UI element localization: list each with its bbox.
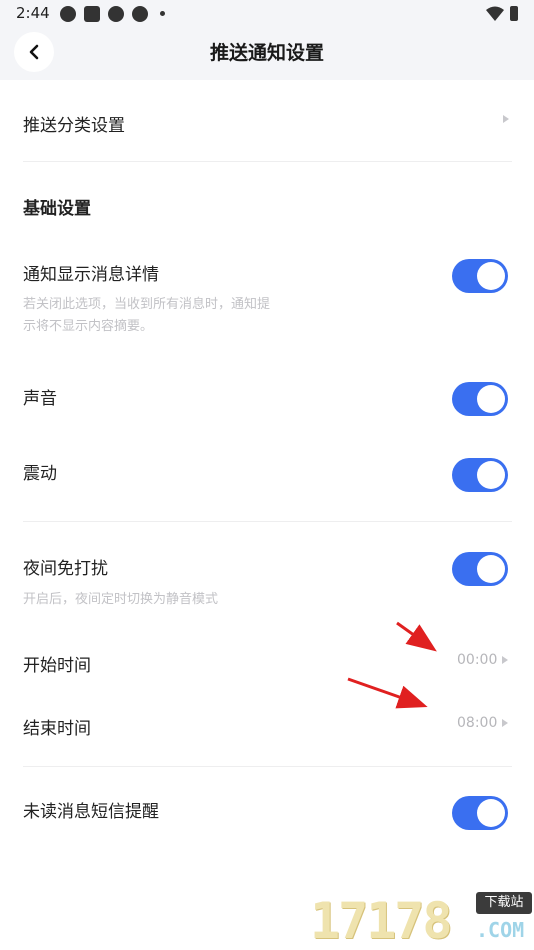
annotation-arrows bbox=[347, 621, 437, 709]
annotation-arrow bbox=[396, 621, 437, 652]
watermark-text: 17178 bbox=[310, 892, 453, 950]
watermark-logo: 17178 下载站 .COM bbox=[310, 888, 532, 950]
annotation-arrow bbox=[347, 677, 428, 709]
watermark-suffix: .COM bbox=[476, 918, 525, 942]
watermark-badge: 下载站 bbox=[476, 892, 532, 914]
